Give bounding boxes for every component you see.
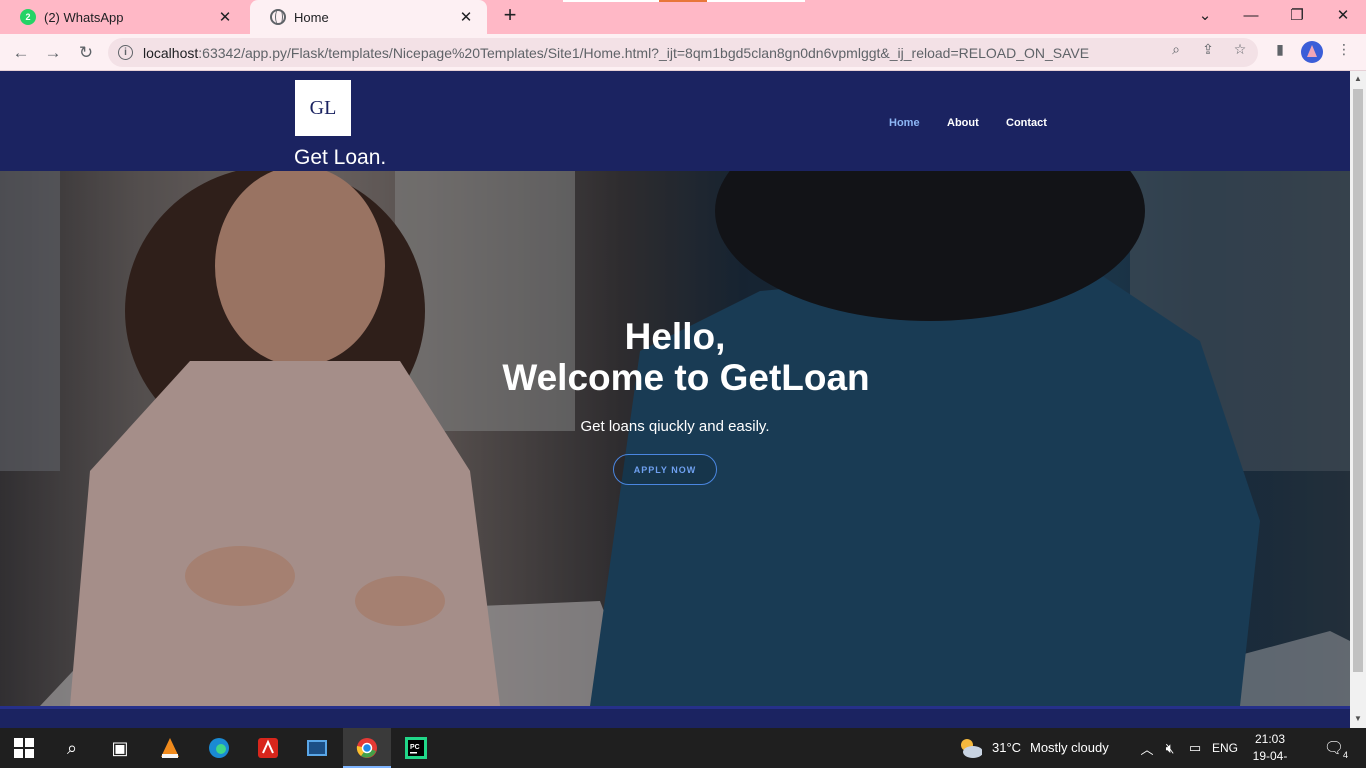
footer-band bbox=[0, 706, 1350, 728]
language-indicator[interactable]: ENG bbox=[1212, 741, 1238, 755]
site-info-icon[interactable]: i bbox=[118, 45, 133, 60]
hero-overlay bbox=[0, 171, 1350, 706]
address-bar[interactable]: i localhost:63342/app.py/Flask/templates… bbox=[108, 38, 1258, 67]
windows-start-icon[interactable] bbox=[12, 736, 36, 760]
hero-subtitle: Get loans qiuckly and easily. bbox=[580, 418, 770, 435]
clock-date: 19-04-2023 bbox=[1252, 749, 1288, 768]
nav-home[interactable]: Home bbox=[889, 117, 920, 129]
video-editor-icon[interactable] bbox=[305, 736, 329, 760]
svg-text:PC: PC bbox=[410, 744, 420, 751]
battery-icon[interactable]: ▭ bbox=[1183, 736, 1207, 760]
site-logo[interactable]: GL bbox=[295, 80, 351, 136]
forward-button[interactable]: → bbox=[40, 40, 66, 66]
acrobat-icon[interactable] bbox=[256, 736, 280, 760]
share-icon[interactable]: ⇪ bbox=[1200, 41, 1216, 57]
side-panel-icon[interactable]: ▮ bbox=[1272, 41, 1288, 57]
chrome-icon[interactable] bbox=[355, 736, 379, 760]
tab-title: (2) WhatsApp bbox=[44, 9, 124, 25]
notification-count: 4 bbox=[1342, 750, 1348, 760]
url-path: :63342/app.py/Flask/templates/Nicepage%2… bbox=[198, 44, 1090, 61]
strip-highlight-accent bbox=[659, 0, 707, 2]
url-text[interactable]: localhost:63342/app.py/Flask/templates/N… bbox=[143, 45, 1258, 61]
clock-time: 21:03 bbox=[1254, 732, 1286, 746]
notification-center-icon[interactable]: 🗨︎ 4 bbox=[1322, 736, 1348, 760]
tab-title: Home bbox=[294, 9, 329, 25]
close-window-button[interactable]: ✕ bbox=[1320, 0, 1366, 30]
scroll-up-icon[interactable]: ▲ bbox=[1354, 74, 1362, 83]
close-tab-icon[interactable]: ✕ bbox=[216, 8, 234, 26]
hero-title-line2: Welcome to GetLoan bbox=[502, 357, 870, 398]
minimize-button[interactable]: — bbox=[1228, 0, 1274, 30]
weather-desc[interactable]: Mostly cloudy bbox=[1030, 740, 1109, 755]
brand-name: Get Loan. bbox=[294, 146, 387, 169]
pycharm-icon[interactable]: PC bbox=[404, 736, 428, 760]
bookmark-star-icon[interactable]: ☆ bbox=[1232, 41, 1248, 57]
hero-title-line1: Hello, bbox=[624, 316, 726, 357]
nav-contact[interactable]: Contact bbox=[1006, 117, 1047, 129]
close-tab-icon[interactable]: ✕ bbox=[457, 8, 475, 26]
tab-home[interactable]: Home ✕ bbox=[250, 0, 487, 34]
apply-now-button[interactable]: APPLY NOW bbox=[613, 454, 717, 485]
new-tab-button[interactable]: + bbox=[499, 4, 521, 27]
page-scrollbar[interactable]: ▲ ▼ bbox=[1350, 71, 1366, 728]
globe-icon bbox=[270, 9, 286, 25]
clock[interactable]: 21:03 19-04-2023 bbox=[1242, 731, 1298, 768]
tab-strip: 2 (2) WhatsApp ✕ Home ✕ + ⌄ — ❐ ✕ bbox=[0, 0, 1366, 34]
page-viewport: GL Get Loan. Home About Contact Hello, W… bbox=[0, 71, 1350, 728]
tab-whatsapp[interactable]: 2 (2) WhatsApp ✕ bbox=[0, 0, 246, 34]
edge-icon[interactable] bbox=[207, 736, 231, 760]
tab-search-icon[interactable]: ⌄ bbox=[1182, 0, 1228, 30]
show-hidden-icons-icon[interactable]: ︿ bbox=[1135, 736, 1159, 760]
weather-cloudy-icon[interactable] bbox=[958, 736, 982, 760]
menu-kebab-icon[interactable]: ⋮ bbox=[1336, 41, 1352, 57]
url-host: localhost bbox=[143, 44, 199, 61]
scroll-down-icon[interactable]: ▼ bbox=[1354, 714, 1362, 723]
search-icon[interactable]: ⌕ bbox=[60, 736, 84, 760]
browser-toolbar: ← → ↻ i localhost:63342/app.py/Flask/tem… bbox=[0, 34, 1366, 71]
task-view-icon[interactable]: ▣ bbox=[108, 736, 132, 760]
whatsapp-icon: 2 bbox=[20, 9, 36, 25]
volume-muted-icon[interactable]: 🔇︎ bbox=[1158, 736, 1182, 760]
hero-section: Hello, Welcome to GetLoan Get loans qiuc… bbox=[0, 171, 1350, 706]
vlc-icon[interactable] bbox=[158, 736, 182, 760]
weather-temp[interactable]: 31°C bbox=[992, 740, 1021, 755]
scrollbar-thumb[interactable] bbox=[1353, 89, 1363, 672]
nav-about[interactable]: About bbox=[947, 117, 979, 129]
site-header: GL Get Loan. Home About Contact bbox=[0, 71, 1350, 171]
restore-button[interactable]: ❐ bbox=[1274, 0, 1320, 30]
profile-avatar[interactable] bbox=[1301, 41, 1323, 63]
taskbar: ⌕ ▣ PC 31°C Mostly cloudy ︿ 🔇︎ ▭ ENG 21:… bbox=[0, 728, 1366, 768]
back-button[interactable]: ← bbox=[8, 40, 34, 66]
reload-button[interactable]: ↻ bbox=[73, 40, 99, 66]
zoom-icon[interactable]: ⌕ bbox=[1168, 41, 1184, 57]
